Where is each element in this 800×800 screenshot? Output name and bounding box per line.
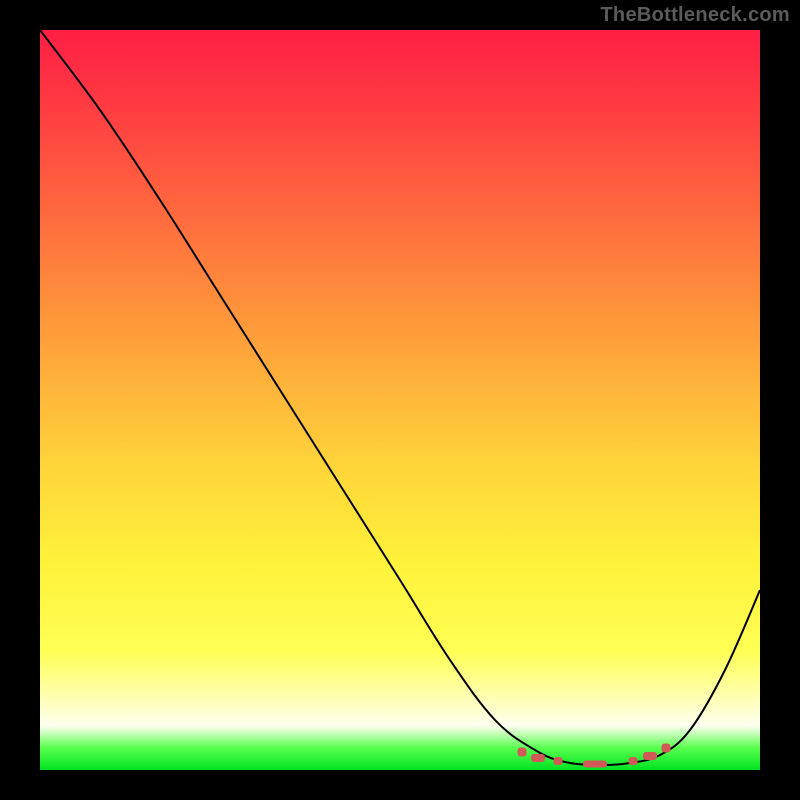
highlight-dot xyxy=(518,748,527,757)
highlight-dot xyxy=(662,744,671,753)
plot-frame xyxy=(40,30,760,770)
page-root: TheBottleneck.com xyxy=(0,0,800,800)
highlight-dot xyxy=(643,752,657,760)
watermark-text: TheBottleneck.com xyxy=(600,4,790,27)
highlight-dot xyxy=(629,757,638,765)
highlight-dot xyxy=(531,754,545,762)
highlight-dot xyxy=(554,757,563,765)
highlight-dot xyxy=(583,761,607,768)
highlight-dots-layer xyxy=(40,30,760,770)
